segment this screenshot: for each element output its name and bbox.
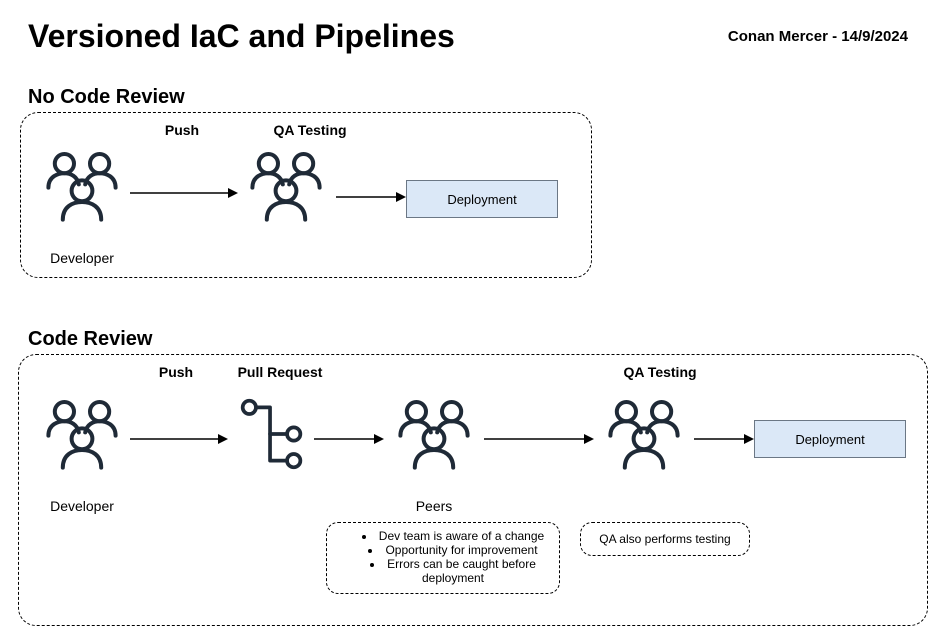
arrow-icon [312, 432, 384, 446]
label-pr: Pull Request [225, 364, 335, 380]
arrow-icon [128, 432, 228, 446]
deployment-box-1: Deployment [406, 180, 558, 218]
arrow-icon [482, 432, 594, 446]
note-bullet: Opportunity for improvement [357, 543, 549, 557]
label-qa-1: QA Testing [265, 122, 355, 138]
git-branch-icon [236, 394, 310, 474]
label-qa-2: QA Testing [610, 364, 710, 380]
byline: Conan Mercer - 14/9/2024 [728, 28, 908, 45]
people-icon [36, 146, 128, 226]
caption-peers: Peers [388, 498, 480, 514]
label-push-1: Push [152, 122, 212, 138]
people-icon [598, 394, 690, 474]
note-text: QA also performs testing [599, 532, 730, 546]
note-bullet: Dev team is aware of a change [357, 529, 549, 543]
note-peers: Dev team is aware of a change Opportunit… [326, 522, 560, 594]
people-icon [388, 394, 480, 474]
people-icon [240, 146, 332, 226]
note-qa: QA also performs testing [580, 522, 750, 556]
label-push-2: Push [146, 364, 206, 380]
section-title-no-review: No Code Review [28, 86, 185, 109]
page-title: Versioned IaC and Pipelines [28, 18, 455, 55]
arrow-icon [692, 432, 754, 446]
deployment-box-2: Deployment [754, 420, 906, 458]
arrow-icon [334, 190, 406, 204]
section-title-code-review: Code Review [28, 328, 152, 351]
caption-developer-2: Developer [36, 498, 128, 514]
note-bullet: Errors can be caught before deployment [357, 557, 549, 585]
caption-developer-1: Developer [36, 250, 128, 266]
people-icon [36, 394, 128, 474]
arrow-icon [128, 186, 238, 200]
